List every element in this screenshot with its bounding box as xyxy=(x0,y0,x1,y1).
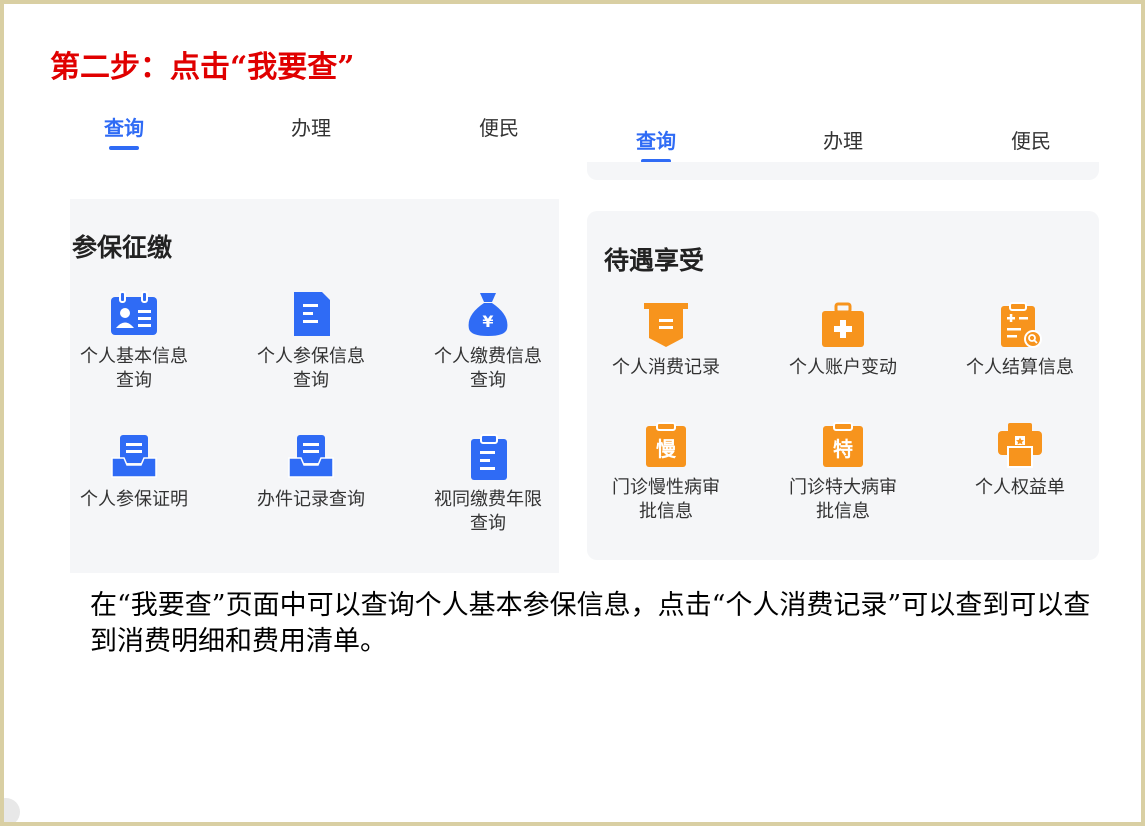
settlement-search-icon xyxy=(1001,302,1042,348)
item-label: 个人权益单 xyxy=(975,477,1065,498)
item-label: 个人账户变动 xyxy=(789,357,897,378)
personal-info-card-icon xyxy=(111,291,157,335)
personal-rights-statement[interactable]: 个人权益单 xyxy=(940,422,1100,500)
item-label: 门诊慢性病审 批信息 xyxy=(612,477,720,522)
item-label: 视同缴费年限 查询 xyxy=(434,489,542,534)
tab-label: 查询 xyxy=(636,131,676,153)
active-tab-indicator xyxy=(109,146,139,150)
corner-circle xyxy=(4,798,20,822)
item-label: 个人参保证明 xyxy=(80,489,188,510)
svg-text:¥: ¥ xyxy=(482,312,493,331)
right-tab-convenience[interactable]: 便民 xyxy=(1001,125,1061,154)
left-tab-query[interactable]: 查询 xyxy=(94,112,154,150)
rights-printer-icon xyxy=(998,423,1042,468)
item-label: 门诊特大病审 批信息 xyxy=(789,477,897,522)
personal-consumption-record[interactable]: 个人消费记录 xyxy=(586,302,746,380)
inbox-record-icon xyxy=(288,435,334,478)
tab-label: 便民 xyxy=(1011,131,1051,153)
personal-settlement-info[interactable]: 个人结算信息 xyxy=(940,302,1100,380)
step-title: 第二步：点击“我要查” xyxy=(50,50,355,85)
item-label: 个人缴费信息 查询 xyxy=(434,346,542,391)
section-title-benefits: 待遇享受 xyxy=(604,246,705,275)
left-tab-convenience[interactable]: 便民 xyxy=(469,112,529,141)
document-icon xyxy=(294,292,330,336)
personal-basic-info-query[interactable]: 个人基本信息 查询 xyxy=(54,291,214,393)
left-tab-handle[interactable]: 办理 xyxy=(281,112,341,141)
major-disease-icon: 特 xyxy=(823,422,863,467)
inbox-certificate-icon xyxy=(111,435,157,478)
chronic-glyph: 慢 xyxy=(656,437,677,461)
outpatient-major-disease-approval[interactable]: 特 门诊特大病审 批信息 xyxy=(763,422,923,524)
personal-account-changes[interactable]: 个人账户变动 xyxy=(763,302,923,380)
item-label: 个人基本信息 查询 xyxy=(80,346,188,391)
tab-label: 便民 xyxy=(479,118,519,140)
clipboard-icon xyxy=(471,434,507,480)
personal-insurance-info-query[interactable]: 个人参保信息 查询 xyxy=(231,291,391,393)
personal-payment-info-query[interactable]: ¥ 个人缴费信息 查询 xyxy=(408,291,568,393)
deemed-payment-years-query[interactable]: 视同缴费年限 查询 xyxy=(408,434,568,536)
case-record-query[interactable]: 办件记录查询 xyxy=(231,434,391,512)
section-title-insurance: 参保征缴 xyxy=(72,233,173,262)
consumption-record-icon xyxy=(644,303,688,347)
right-tab-handle[interactable]: 办理 xyxy=(813,125,873,154)
tab-label: 办理 xyxy=(291,118,331,140)
tab-label: 查询 xyxy=(104,118,144,140)
item-label: 个人结算信息 xyxy=(966,357,1074,378)
previous-panel-edge xyxy=(587,162,1099,180)
money-bag-icon: ¥ xyxy=(468,293,508,336)
item-label: 办件记录查询 xyxy=(257,489,365,510)
description-text: 在“我要查”页面中可以查询个人基本参保信息，点击“个人消费记录”可以查到可以查到… xyxy=(90,590,1091,657)
medical-kit-icon xyxy=(822,302,864,347)
item-label: 个人参保信息 查询 xyxy=(257,346,365,391)
major-glyph: 特 xyxy=(833,437,853,461)
outpatient-chronic-disease-approval[interactable]: 慢 门诊慢性病审 批信息 xyxy=(586,422,746,524)
chronic-disease-icon: 慢 xyxy=(646,422,686,467)
item-label: 个人消费记录 xyxy=(612,357,720,378)
personal-insurance-certificate[interactable]: 个人参保证明 xyxy=(54,434,214,512)
slide-frame: 第二步：点击“我要查” 查询 办理 便民 查询 办理 便民 参保征缴 个人基本信… xyxy=(0,0,1145,826)
right-tab-query[interactable]: 查询 xyxy=(626,125,686,163)
tab-label: 办理 xyxy=(823,131,863,153)
